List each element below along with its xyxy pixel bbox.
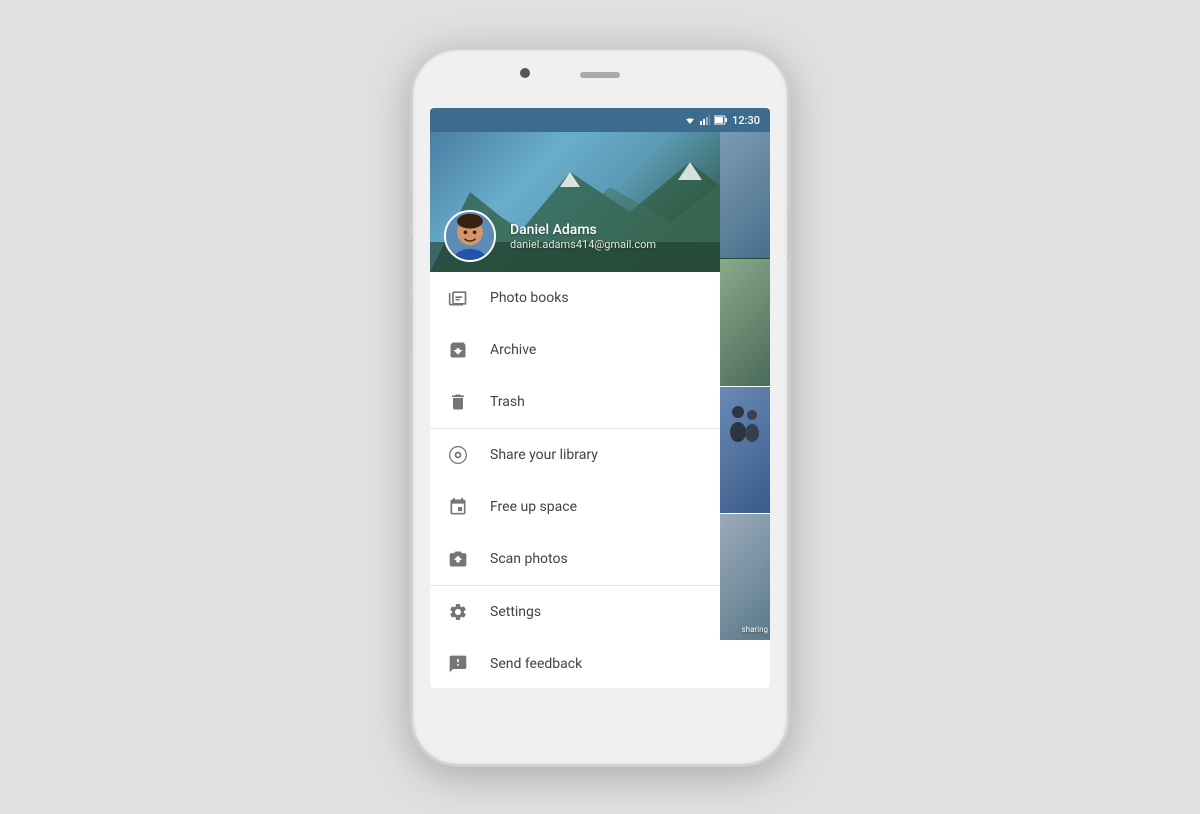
status-bar: 12:30 (430, 108, 770, 132)
share-icon (446, 443, 470, 467)
user-name: Daniel Adams (510, 222, 736, 238)
photo-background: ⋮ (430, 132, 770, 272)
side-photo-4: sharing (720, 514, 770, 640)
menu-section-3: Settings Send feedback (430, 586, 770, 688)
avatar-image (446, 212, 494, 260)
free-space-label: Free up space (490, 499, 754, 515)
menu-item-photo-books[interactable]: Photo books (430, 272, 770, 324)
menu-item-archive[interactable]: Archive (430, 324, 770, 376)
menu-section-1: Photo books Archive (430, 272, 770, 429)
trash-label: Trash (490, 394, 754, 410)
trash-icon (446, 390, 470, 414)
menu-section-2: Share your library NEW Free up space (430, 429, 770, 586)
archive-icon (446, 338, 470, 362)
scan-photos-label: Scan photos (490, 551, 720, 567)
settings-icon (446, 600, 470, 624)
menu-item-send-feedback[interactable]: Send feedback (430, 638, 770, 688)
scan-icon (446, 547, 470, 571)
phone-top (413, 50, 787, 108)
send-feedback-label: Send feedback (490, 656, 754, 672)
power-button (788, 210, 792, 260)
status-time: 12:30 (732, 114, 760, 127)
status-icons: 12:30 (684, 114, 760, 127)
user-info: Daniel Adams daniel.adams414@gmail.com (510, 222, 736, 251)
archive-label: Archive (490, 342, 754, 358)
volume-down-button (408, 235, 412, 290)
photo-books-label: Photo books (490, 290, 754, 306)
side-photo-3 (720, 387, 770, 513)
settings-label: Settings (490, 604, 754, 620)
book-icon (446, 286, 470, 310)
menu-item-scan-photos[interactable]: Scan photos (430, 533, 770, 585)
share-library-label: Share your library (490, 447, 710, 463)
silent-button (408, 298, 412, 353)
free-space-icon (446, 495, 470, 519)
menu-item-free-space[interactable]: Free up space (430, 481, 770, 533)
wifi-icon (684, 115, 696, 125)
phone-device: 12:30 ⋮ (410, 47, 790, 767)
user-email: daniel.adams414@gmail.com (510, 238, 736, 251)
avatar[interactable] (444, 210, 496, 262)
front-camera (520, 68, 530, 78)
side-photo-2 (720, 259, 770, 385)
earpiece-speaker (580, 72, 620, 78)
user-profile-section: Daniel Adams daniel.adams414@gmail.com ▾ (430, 202, 770, 272)
menu-item-share-library[interactable]: Share your library NEW (430, 429, 770, 481)
sharing-label: sharing (742, 625, 768, 634)
side-photo-strip: sharing (720, 132, 770, 640)
drawer-menu: Photo books Archive (430, 272, 770, 688)
side-photo-1 (720, 132, 770, 258)
menu-item-trash[interactable]: Trash (430, 376, 770, 428)
feedback-icon (446, 652, 470, 676)
menu-item-settings[interactable]: Settings (430, 586, 770, 638)
signal-icon (700, 115, 710, 125)
volume-up-button (408, 190, 412, 225)
phone-screen: 12:30 ⋮ (430, 108, 770, 688)
battery-icon (714, 115, 728, 125)
